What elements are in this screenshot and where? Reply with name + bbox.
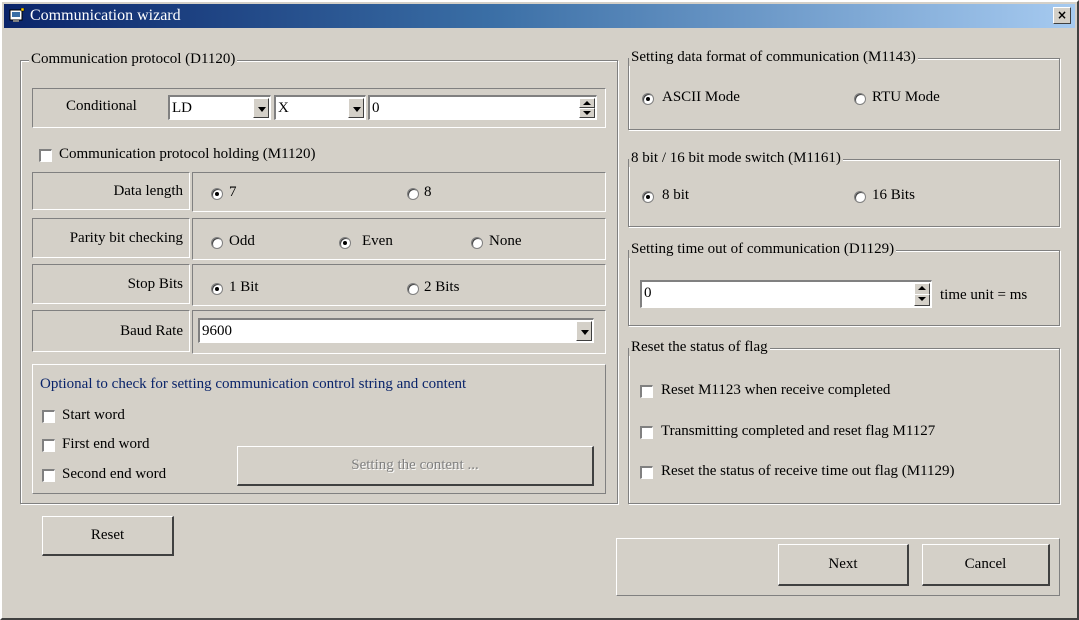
conditional-value: 0 — [372, 100, 380, 116]
holding-checkbox[interactable] — [39, 149, 52, 162]
reset-m1127-checkbox[interactable] — [640, 426, 653, 439]
conditional-device-select[interactable]: X — [274, 95, 366, 120]
second-end-word-checkbox[interactable] — [42, 469, 55, 482]
reset-flag-legend: Reset the status of flag — [629, 339, 770, 356]
bit-mode-group: 8 bit / 16 bit mode switch (M1161) — [628, 150, 1060, 227]
conditional-label: Conditional — [66, 98, 137, 114]
parity-even-label: Even — [362, 233, 393, 249]
reset-m1123-label: Reset M1123 when receive completed — [661, 382, 891, 398]
stop-bits-1-label: 1 Bit — [229, 279, 259, 295]
title-bar[interactable]: Communication wizard × — [4, 4, 1075, 28]
holding-label: Communication protocol holding (M1120) — [59, 146, 316, 162]
reset-m1129-checkbox[interactable] — [640, 466, 653, 479]
bit-mode-legend: 8 bit / 16 bit mode switch (M1161) — [629, 150, 843, 167]
communication-protocol-legend: Communication protocol (D1120) — [29, 51, 238, 68]
setting-content-button[interactable]: Setting the content ... — [237, 446, 594, 486]
baud-rate-select[interactable]: 9600 — [198, 318, 594, 343]
chevron-down-icon[interactable] — [576, 321, 592, 341]
first-end-word-label: First end word — [62, 436, 150, 452]
time-unit-label: time unit = ms — [940, 287, 1028, 303]
conditional-op-value: LD — [172, 100, 192, 116]
data-length-options — [192, 172, 606, 212]
parity-odd-radio[interactable] — [211, 237, 223, 249]
optional-title: Optional to check for setting communicat… — [40, 376, 467, 392]
stop-bits-2-label: 2 Bits — [424, 279, 460, 295]
reset-button[interactable]: Reset — [42, 516, 174, 556]
spin-down-icon[interactable] — [579, 108, 595, 118]
ascii-mode-radio[interactable] — [642, 93, 654, 105]
baud-rate-label: Baud Rate — [32, 310, 190, 352]
window-title: Communication wizard — [30, 7, 181, 24]
stop-bits-1-radio[interactable] — [211, 283, 223, 295]
data-format-legend: Setting data format of communication (M1… — [629, 49, 918, 66]
chevron-down-icon[interactable] — [348, 98, 364, 118]
first-end-word-checkbox[interactable] — [42, 439, 55, 452]
data-length-7-radio[interactable] — [211, 188, 223, 200]
rtu-mode-radio[interactable] — [854, 93, 866, 105]
data-length-8-radio[interactable] — [407, 188, 419, 200]
ascii-mode-label: ASCII Mode — [662, 89, 740, 105]
start-word-label: Start word — [62, 407, 125, 423]
window-app-icon — [9, 8, 25, 22]
reset-m1129-label: Reset the status of receive time out fla… — [661, 463, 955, 479]
parity-even-radio[interactable] — [339, 237, 351, 249]
bit-mode-16-radio[interactable] — [854, 191, 866, 203]
stop-bits-2-radio[interactable] — [407, 283, 419, 295]
conditional-value-spinner[interactable]: 0 — [368, 95, 597, 120]
parity-none-label: None — [489, 233, 522, 249]
chevron-down-icon[interactable] — [253, 98, 269, 118]
bit-mode-8-label: 8 bit — [662, 187, 690, 203]
data-length-8-label: 8 — [424, 184, 432, 200]
timeout-value: 0 — [644, 285, 652, 301]
close-icon[interactable]: × — [1053, 7, 1071, 24]
cancel-button[interactable]: Cancel — [922, 544, 1050, 586]
data-length-7-label: 7 — [229, 184, 237, 200]
bit-mode-8-radio[interactable] — [642, 191, 654, 203]
timeout-legend: Setting time out of communication (D1129… — [629, 241, 897, 258]
next-button[interactable]: Next — [778, 544, 909, 586]
spin-down-icon[interactable] — [914, 294, 930, 306]
timeout-spinner[interactable]: 0 — [640, 280, 932, 308]
parity-label: Parity bit checking — [32, 218, 190, 258]
start-word-checkbox[interactable] — [42, 410, 55, 423]
second-end-word-label: Second end word — [62, 466, 167, 482]
baud-rate-value: 9600 — [202, 323, 232, 339]
bit-mode-16-label: 16 Bits — [872, 187, 915, 203]
conditional-device-value: X — [278, 100, 289, 116]
reset-m1123-checkbox[interactable] — [640, 385, 653, 398]
parity-odd-label: Odd — [229, 233, 255, 249]
communication-wizard-window: Communication wizard × Communication pro… — [0, 0, 1079, 620]
rtu-mode-label: RTU Mode — [872, 89, 940, 105]
stop-bits-label: Stop Bits — [32, 264, 190, 304]
conditional-op-select[interactable]: LD — [168, 95, 271, 120]
data-length-label: Data length — [32, 172, 190, 210]
parity-none-radio[interactable] — [471, 237, 483, 249]
reset-m1127-label: Transmitting completed and reset flag M1… — [661, 423, 936, 439]
spin-up-icon[interactable] — [579, 98, 595, 108]
